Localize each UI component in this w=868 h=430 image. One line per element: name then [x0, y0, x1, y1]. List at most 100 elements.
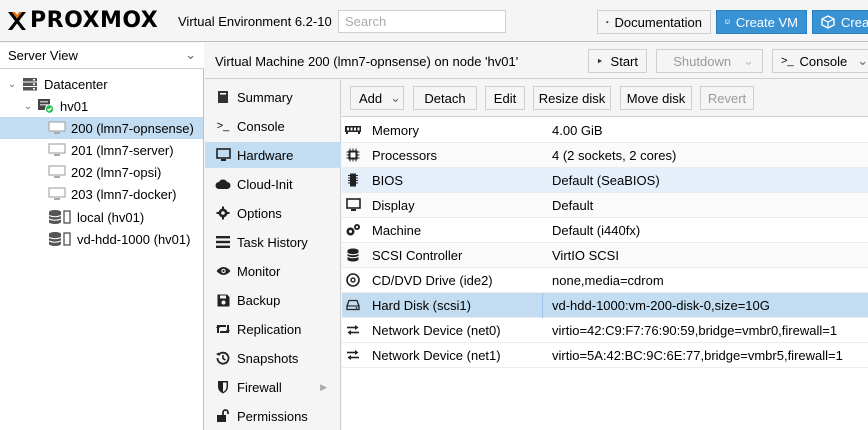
start-label: Start — [610, 53, 638, 69]
hardware-name: Memory — [372, 122, 419, 138]
shutdown-label: Shutdown — [673, 53, 732, 69]
tree-label: 203 (lmn7-docker) — [71, 186, 177, 202]
nav-item-firewall[interactable]: Firewall ▶ — [205, 374, 341, 400]
documentation-label: Documentation — [614, 14, 702, 30]
chevron-down-icon: ⌄ — [857, 53, 868, 68]
retweet-icon — [215, 321, 231, 337]
hardware-name: Processors — [372, 147, 438, 163]
nav-item-console[interactable]: >_ Console — [205, 113, 341, 139]
nav-item-monitor[interactable]: Monitor — [205, 258, 341, 284]
list-icon — [215, 234, 231, 250]
tree-item-vm-201[interactable]: 201 (lmn7-server) — [0, 139, 203, 161]
microchip-icon — [345, 172, 361, 188]
tree-label: vd-hdd-1000 (hv01) — [77, 231, 191, 247]
history-icon — [215, 350, 231, 366]
tree-item-storage-local[interactable]: local (hv01) — [0, 206, 203, 228]
nav-item-cloud-init[interactable]: Cloud-Init — [205, 171, 341, 197]
monitor-icon — [48, 120, 66, 136]
edit-label: Edit — [493, 90, 517, 106]
tree-item-storage-vd-hdd-1000[interactable]: vd-hdd-1000 (hv01) — [0, 228, 203, 250]
documentation-button[interactable]: Documentation — [597, 10, 711, 34]
monitor-icon — [48, 164, 66, 180]
hardware-name: Display — [372, 197, 415, 213]
nav-label: Firewall — [237, 379, 282, 395]
tree-label: 202 (lmn7-opsi) — [71, 164, 162, 180]
nav-item-task-history[interactable]: Task History — [205, 229, 341, 255]
nav-label: Summary — [237, 89, 293, 105]
vm-header: Virtual Machine 200 (lmn7-opnsense) on n… — [205, 43, 868, 79]
tree-label: 201 (lmn7-server) — [71, 142, 174, 158]
hardware-row-cd-dvd[interactable]: CD/DVD Drive (ide2) none,media=cdrom — [342, 268, 868, 293]
tree-item-hv01[interactable]: ⌄ hv01 — [0, 95, 203, 117]
tree-item-vm-202[interactable]: 202 (lmn7-opsi) — [0, 161, 203, 183]
create-vm-button[interactable]: Create VM — [716, 10, 807, 34]
eye-icon — [215, 263, 231, 279]
start-button[interactable]: Start — [588, 49, 647, 73]
hardware-row-machine[interactable]: Machine Default (i440fx) — [342, 218, 868, 243]
play-icon — [597, 58, 603, 64]
hardware-row-memory[interactable]: Memory 4.00 GiB — [342, 118, 868, 143]
hardware-row-bios[interactable]: BIOS Default (SeaBIOS) — [342, 168, 868, 193]
nav-item-summary[interactable]: Summary — [205, 84, 341, 110]
hardware-row-processors[interactable]: Processors 4 (2 sockets, 2 cores) — [342, 143, 868, 168]
shutdown-button[interactable]: Shutdown ⌄ — [656, 49, 763, 73]
node-online-icon — [37, 98, 55, 114]
nav-label: Console — [237, 118, 285, 134]
hardware-row-hard-disk[interactable]: Hard Disk (scsi1) vd-hdd-1000:vm-200-dis… — [342, 293, 868, 318]
resize-label: Resize disk — [538, 90, 606, 106]
move-disk-button[interactable]: Move disk — [620, 86, 692, 110]
nav-item-permissions[interactable]: Permissions — [205, 403, 341, 429]
tree-item-datacenter[interactable]: ⌄ Datacenter — [0, 73, 203, 95]
hardware-name: Machine — [372, 222, 422, 238]
nav-item-backup[interactable]: Backup — [205, 287, 341, 313]
server-view-select[interactable]: Server View ⌄ — [0, 43, 204, 69]
database-icon — [345, 247, 361, 263]
edit-button[interactable]: Edit — [485, 86, 525, 110]
console-button[interactable]: >_ Console ⌄ — [772, 49, 868, 73]
nav-label: Replication — [237, 321, 302, 337]
revert-button[interactable]: Revert — [700, 86, 754, 110]
top-bar: PROXMOX Virtual Environment 6.2-10 Docum… — [0, 0, 868, 42]
hardware-row-net0[interactable]: Network Device (net0) virtio=42:C9:F7:76… — [342, 318, 868, 343]
tree-item-vm-203[interactable]: 203 (lmn7-docker) — [0, 183, 203, 205]
unlock-icon — [215, 408, 231, 424]
tree-item-vm-200[interactable]: 200 (lmn7-opnsense) — [0, 117, 203, 139]
nav-label: Hardware — [237, 147, 294, 163]
nav-item-hardware[interactable]: Hardware — [205, 142, 341, 168]
monitor-icon — [48, 142, 66, 158]
detach-button[interactable]: Detach — [413, 86, 477, 110]
storage-icon — [48, 209, 72, 225]
collapse-icon[interactable]: ⌄ — [6, 79, 18, 90]
hardware-value: none,media=cdrom — [552, 272, 664, 288]
column-divider — [542, 293, 543, 318]
exchange-icon — [345, 347, 361, 363]
hardware-value: 4 (2 sockets, 2 cores) — [552, 147, 677, 163]
hdd-icon — [345, 297, 361, 313]
nav-item-options[interactable]: Options — [205, 200, 341, 226]
hardware-row-scsi-controller[interactable]: SCSI Controller VirtIO SCSI — [342, 243, 868, 268]
hardware-name: Network Device (net0) — [372, 322, 501, 338]
hardware-row-net1[interactable]: Network Device (net1) virtio=5A:42:BC:9C… — [342, 343, 868, 368]
collapse-icon[interactable]: ⌄ — [22, 101, 34, 112]
nav-item-replication[interactable]: Replication — [205, 316, 341, 342]
desktop-icon — [725, 19, 730, 24]
server-view-label: Server View — [8, 48, 78, 63]
hardware-value: virtio=5A:42:BC:9C:6E:77,bridge=vmbr5,fi… — [552, 347, 843, 363]
search-input[interactable] — [338, 10, 506, 33]
add-button[interactable]: Add ⌄ — [350, 86, 404, 110]
create-ct-label: Creat — [841, 14, 868, 30]
terminal-icon: >_ — [216, 120, 230, 132]
book-icon — [606, 20, 609, 24]
create-ct-button[interactable]: Creat — [812, 10, 868, 34]
chevron-right-icon: ▶ — [320, 381, 327, 392]
hardware-value: vd-hdd-1000:vm-200-disk-0,size=10G — [552, 297, 770, 313]
nav-item-snapshots[interactable]: Snapshots — [205, 345, 341, 371]
nav-label: Task History — [237, 234, 308, 250]
hardware-value: 4.00 GiB — [552, 122, 603, 138]
book-icon — [215, 89, 231, 105]
floppy-icon — [215, 292, 231, 308]
hardware-row-display[interactable]: Display Default — [342, 193, 868, 218]
resize-disk-button[interactable]: Resize disk — [533, 86, 611, 110]
vm-nav-menu: Summary >_ Console Hardware Cloud-Init O… — [205, 80, 341, 430]
proxmox-logo[interactable]: PROXMOX — [6, 8, 158, 34]
